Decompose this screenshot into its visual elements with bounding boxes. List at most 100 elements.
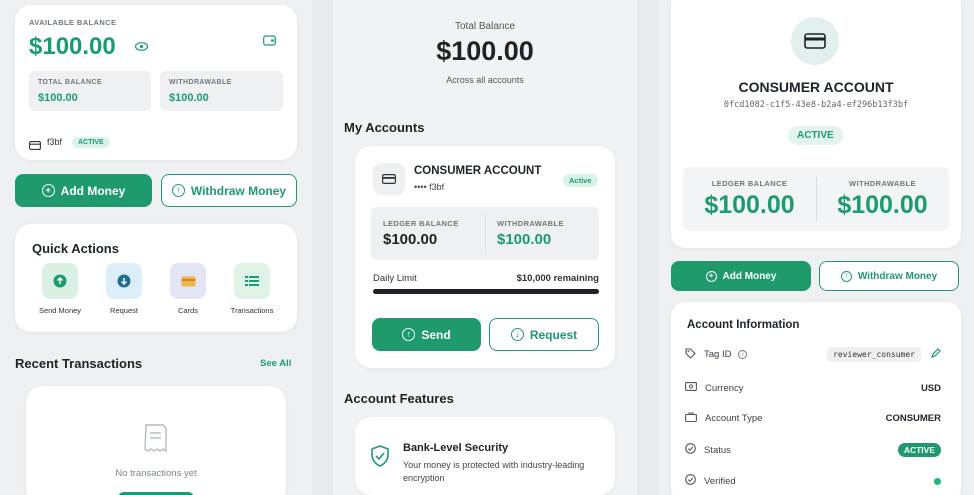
account-masked: •••• f3bf <box>414 182 445 192</box>
arrow-up-icon: ↑ <box>840 270 852 282</box>
arrow-up-icon: ↑ <box>402 328 416 341</box>
card-icon <box>382 174 396 184</box>
receipt-icon <box>140 422 172 459</box>
feature-card: Bank-Level Security Your money is protec… <box>355 417 615 495</box>
account-type-value: CONSUMER <box>885 413 941 424</box>
total-balance-label: Total Balance <box>454 21 516 32</box>
ledger-withdrawable-box: LEDGER BALANCE $100.00 WITHDRAWABLE $100… <box>371 207 599 260</box>
balance-card: AVAILABLE BALANCE $100.00 TOTAL BALANCE … <box>15 5 297 160</box>
withdraw-money-label: Withdraw Money <box>190 183 287 198</box>
account-info-title: Account Information <box>687 319 800 331</box>
account-type-label: Account Type <box>705 413 763 424</box>
account-info-card: Account Information Tag ID i reviewer_co… <box>671 302 961 495</box>
box-divider <box>485 215 486 252</box>
recent-transactions-title: Recent Transactions <box>15 356 143 371</box>
account-card[interactable]: CONSUMER ACCOUNT •••• f3bf Active LEDGER… <box>355 146 615 368</box>
ledger-balance-value: $100.00 <box>704 191 795 219</box>
request-icon[interactable] <box>106 263 142 299</box>
tag-id-row: Tag ID i reviewer_consumer <box>685 347 941 362</box>
recent-transactions-card: No transactions yet <box>26 386 286 495</box>
verified-dot <box>934 477 941 485</box>
wallet-icon[interactable] <box>263 33 276 51</box>
daily-limit-label: Daily Limit <box>373 273 417 284</box>
daily-limit-bar <box>373 289 599 294</box>
arrow-down-icon: ↓ <box>510 328 524 341</box>
card-icon <box>804 33 826 49</box>
cards-label: Cards <box>177 306 198 315</box>
total-balance-box: TOTAL BALANCE $100.00 <box>29 71 151 111</box>
withdraw-money-label: Withdraw Money <box>857 270 938 282</box>
money-icon <box>685 382 697 394</box>
withdrawable-value: $100.00 <box>169 92 209 104</box>
account-name: CONSUMER ACCOUNT <box>414 165 542 177</box>
ledger-balance-label: LEDGER BALANCE <box>383 219 459 228</box>
withdrawable-label: WITHDRAWABLE <box>849 179 916 188</box>
withdrawable-box: WITHDRAWABLE $100.00 <box>160 71 283 111</box>
transactions-label: Transactions <box>230 306 274 315</box>
account-detail-card: CONSUMER ACCOUNT 0fcd1082-c1f5-43e8-b2a4… <box>671 0 961 248</box>
verified-label: Verified <box>704 475 736 487</box>
info-icon[interactable]: i <box>738 350 748 359</box>
balance-box: LEDGER BALANCE $100.00 WITHDRAWABLE $100… <box>683 167 949 231</box>
tag-id-value: reviewer_consumer <box>827 347 921 362</box>
add-money-label: Add Money <box>722 270 777 282</box>
tag-icon <box>685 347 696 362</box>
account-id: 0fcd1082-c1f5-43e8-b2a4-ef296b13f3bf <box>723 100 909 110</box>
request-label: Request <box>110 306 138 315</box>
account-features-title: Account Features <box>344 391 454 406</box>
send-label: Send <box>421 327 451 342</box>
send-button[interactable]: ↑ Send <box>372 318 481 351</box>
send-money-label: Send Money <box>38 306 82 315</box>
total-balance-label: TOTAL BALANCE <box>38 79 102 86</box>
withdrawable-value: $100.00 <box>837 191 928 219</box>
transactions-icon[interactable] <box>234 263 270 299</box>
quick-actions-card: Quick Actions Send Money Request Cards T… <box>15 224 297 332</box>
cards-icon[interactable] <box>170 263 206 299</box>
send-money-icon[interactable] <box>42 263 78 299</box>
request-button[interactable]: ↓ Request <box>489 318 599 351</box>
shield-check-icon <box>685 474 696 488</box>
status-row: Status ACTIVE <box>685 443 941 457</box>
plus-icon: + <box>41 184 55 197</box>
empty-state-text: No transactions yet <box>115 468 197 479</box>
tag-id-label: Tag ID <box>704 349 732 360</box>
feature-title: Bank-Level Security <box>403 442 509 454</box>
verified-row: Verified <box>685 474 941 488</box>
add-money-button[interactable]: + Add Money <box>15 174 152 207</box>
status-badge: ACTIVE <box>788 126 843 145</box>
status-badge: ACTIVE <box>72 137 110 148</box>
account-icon-box <box>373 163 405 195</box>
total-balance-value: $100.00 <box>38 92 78 104</box>
middle-panel: Total Balance $100.00 Across all account… <box>333 0 637 495</box>
account-type-row: Account Type CONSUMER <box>685 412 941 425</box>
check-circle-icon <box>685 443 696 457</box>
eye-icon[interactable] <box>134 42 149 54</box>
status-value: ACTIVE <box>897 443 941 457</box>
shield-icon <box>370 445 390 472</box>
status-label: Status <box>704 444 731 456</box>
withdraw-money-button[interactable]: ↑ Withdraw Money <box>161 174 297 207</box>
available-balance-amount: $100.00 <box>29 33 116 60</box>
withdraw-money-button[interactable]: ↑ Withdraw Money <box>819 261 959 291</box>
ledger-balance-value: $100.00 <box>383 231 438 248</box>
active-badge: Active <box>563 174 598 187</box>
feature-desc: Your money is protected with industry-le… <box>403 460 585 483</box>
total-balance-sub: Across all accounts <box>446 75 524 85</box>
add-money-label: Add Money <box>60 183 126 198</box>
withdrawable-label: WITHDRAWABLE <box>169 79 232 86</box>
account-name: CONSUMER ACCOUNT <box>738 79 894 95</box>
daily-limit-value: $10,000 remaining <box>516 273 599 284</box>
request-label: Request <box>529 327 578 342</box>
withdrawable-value: $100.00 <box>497 231 552 248</box>
account-suffix: f3bf <box>47 137 63 147</box>
add-money-button[interactable]: + Add Money <box>671 261 811 291</box>
briefcase-icon <box>685 412 697 425</box>
left-panel: AVAILABLE BALANCE $100.00 TOTAL BALANCE … <box>0 0 312 495</box>
total-balance-amount: $100.00 <box>436 36 534 66</box>
see-all-link[interactable]: See All <box>260 358 291 369</box>
plus-icon: + <box>705 270 717 282</box>
currency-value: USD <box>920 382 941 394</box>
card-icon <box>29 137 41 155</box>
right-panel: CONSUMER ACCOUNT 0fcd1082-c1f5-43e8-b2a4… <box>659 0 974 495</box>
edit-icon[interactable] <box>931 348 941 361</box>
